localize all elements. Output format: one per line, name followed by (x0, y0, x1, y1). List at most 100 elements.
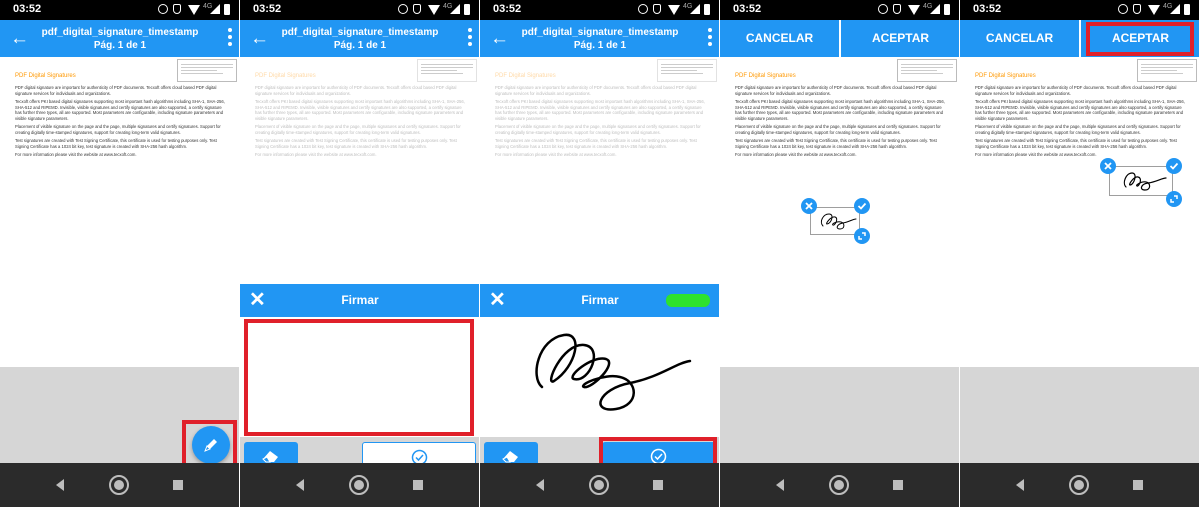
signature-thumbnail (1123, 172, 1167, 191)
signal-icon (210, 4, 220, 14)
vpn-key-icon (173, 4, 181, 14)
doc-paragraph: Test signatures are created with Test Si… (975, 138, 1177, 149)
doc-paragraph: Placement of visible signature on the pa… (15, 124, 221, 135)
close-icon[interactable]: ✕ (249, 289, 266, 311)
doc-paragraph: PDF digital signature are important for … (975, 85, 1177, 96)
doc-paragraph: Placement of visible signature on the pa… (255, 124, 461, 135)
screen-accept-signature: 03:52 4G CANCELAR ACEPTAR PDF Digital Si… (960, 0, 1200, 507)
doc-paragraph: Test signatures are created with Test Si… (15, 138, 217, 149)
nav-recents-icon[interactable] (173, 480, 183, 490)
signature-stamp[interactable] (800, 197, 890, 247)
doc-paragraph: Placement of visible signature on the pa… (495, 124, 701, 135)
handwritten-signature (535, 333, 692, 411)
nav-recents-icon[interactable] (893, 480, 903, 490)
screen-signature-drawn: 03:52 4G ← pdf_digital_signature_timesta… (480, 0, 720, 507)
nav-back-icon[interactable] (296, 479, 304, 491)
placement-action-bar: CANCELAR ACEPTAR (720, 20, 959, 57)
existing-signature-box (897, 59, 957, 82)
nav-home-icon[interactable] (1069, 475, 1089, 495)
remove-signature-icon[interactable] (801, 198, 817, 214)
signal-icon (690, 4, 700, 14)
more-vert-icon[interactable] (468, 28, 472, 46)
screen-signature-empty: 03:52 4G ← pdf_digital_signature_timesta… (240, 0, 480, 507)
existing-signature-box (657, 59, 717, 82)
screen-place-signature: 03:52 4G CANCELAR ACEPTAR PDF Digital Si… (720, 0, 960, 507)
status-icons: 4G (638, 3, 712, 16)
arrow-back-icon[interactable]: ← (250, 28, 269, 50)
nav-recents-icon[interactable] (1133, 480, 1143, 490)
doc-paragraph: Test signatures are created with Test Si… (495, 138, 697, 149)
nav-back-icon[interactable] (1016, 479, 1024, 491)
wifi-icon (188, 5, 200, 15)
nav-home-icon[interactable] (589, 475, 609, 495)
vpn-key-icon (893, 4, 901, 14)
android-nav-bar (480, 463, 719, 507)
nav-recents-icon[interactable] (653, 480, 663, 490)
nav-recents-icon[interactable] (413, 480, 423, 490)
confirm-placement-icon[interactable] (1166, 158, 1182, 174)
status-icons: 4G (878, 3, 952, 16)
document-title: pdf_digital_signature_timestamp (41, 27, 199, 38)
existing-signature-box (1137, 59, 1197, 82)
status-bar: 03:52 4G (480, 0, 719, 20)
resize-icon[interactable] (854, 228, 870, 244)
signature-pad[interactable] (480, 317, 719, 437)
signature-stamp[interactable] (1098, 156, 1188, 212)
stroke-width-indicator (666, 294, 710, 307)
status-time: 03:52 (973, 3, 1002, 15)
app-bar: ← pdf_digital_signature_timestamp Pág. 1… (0, 20, 239, 57)
wifi-icon (1148, 5, 1160, 15)
alarm-icon (878, 4, 888, 14)
arrow-back-icon[interactable]: ← (10, 28, 29, 50)
more-vert-icon[interactable] (708, 28, 712, 46)
stamp-frame[interactable] (1109, 166, 1173, 196)
battery-icon (224, 4, 230, 15)
doc-paragraph: For more information please visit the we… (735, 152, 857, 157)
doc-paragraph: Placement of visible signature on the pa… (975, 124, 1181, 135)
cancel-button[interactable]: CANCELAR (960, 20, 1079, 57)
nav-back-icon[interactable] (536, 479, 544, 491)
app-bar: ← pdf_digital_signature_timestamp Pág. 1… (240, 20, 479, 57)
arrow-back-icon[interactable]: ← (490, 28, 509, 50)
more-vert-icon[interactable] (228, 28, 232, 46)
status-icons: 4G (398, 3, 472, 16)
doc-paragraph: PDF digital signature are important for … (15, 85, 217, 96)
existing-signature-box (177, 59, 237, 82)
highlight-accept-button (1086, 22, 1194, 56)
battery-icon (1184, 4, 1190, 15)
doc-paragraph: Placement of visible signature on the pa… (735, 124, 941, 135)
status-icons: 4G (158, 3, 232, 16)
wifi-icon (428, 5, 440, 15)
close-icon[interactable]: ✕ (489, 289, 506, 311)
eraser-icon (502, 451, 518, 463)
sign-dialog-header: ✕ Firmar (240, 284, 479, 317)
signature-thumbnail (820, 213, 857, 230)
android-nav-bar (0, 463, 239, 507)
accept-button[interactable]: ACEPTAR (841, 20, 959, 57)
remove-signature-icon[interactable] (1100, 158, 1116, 174)
resize-icon[interactable] (1166, 191, 1182, 207)
doc-paragraph: Test signatures are created with Test Si… (735, 138, 937, 149)
android-nav-bar (240, 463, 479, 507)
battery-icon (704, 4, 710, 15)
signal-icon (450, 4, 460, 14)
doc-paragraph: For more information please visit the we… (255, 152, 377, 157)
alarm-icon (398, 4, 408, 14)
status-bar: 03:52 4G (720, 0, 959, 20)
status-bar: 03:52 4G (240, 0, 479, 20)
cancel-button[interactable]: CANCELAR (720, 20, 839, 57)
android-nav-bar (960, 463, 1199, 507)
stamp-frame[interactable] (810, 207, 860, 235)
status-bar: 03:52 4G (0, 0, 239, 20)
status-time: 03:52 (733, 3, 762, 15)
nav-home-icon[interactable] (109, 475, 129, 495)
nav-home-icon[interactable] (829, 475, 849, 495)
page-indicator: Pág. 1 de 1 (333, 40, 387, 51)
alarm-icon (1118, 4, 1128, 14)
confirm-placement-icon[interactable] (854, 198, 870, 214)
nav-home-icon[interactable] (349, 475, 369, 495)
doc-paragraph: Tecxoft offers PKI based digital signatu… (975, 99, 1185, 121)
nav-back-icon[interactable] (56, 479, 64, 491)
nav-back-icon[interactable] (776, 479, 784, 491)
wifi-icon (908, 5, 920, 15)
